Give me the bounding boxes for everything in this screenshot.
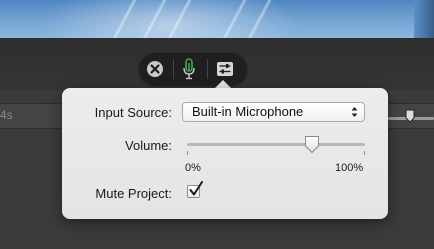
chevron-updown-icon <box>351 107 358 117</box>
volume-tick-min <box>187 151 188 155</box>
volume-max-label: 100% <box>335 162 364 174</box>
cancel-button[interactable] <box>144 58 166 80</box>
sliders-icon <box>217 62 233 76</box>
input-source-label: Input Source: <box>94 105 172 120</box>
volume-slider-track[interactable] <box>187 143 365 146</box>
input-source-value: Built-in Microphone <box>192 104 304 119</box>
voiceover-options-button[interactable] <box>214 58 236 80</box>
voiceover-options-popover: Input Source: Built-in Microphone Volume… <box>62 88 388 219</box>
volume-min-label: 0% <box>185 162 201 174</box>
volume-tick-max <box>364 151 365 155</box>
video-preview <box>0 0 434 38</box>
close-circle-icon <box>147 61 163 77</box>
input-source-select[interactable]: Built-in Microphone <box>182 102 365 122</box>
ruler-time-label: 4s <box>0 108 13 122</box>
volume-label: Volume: <box>125 138 172 153</box>
mute-project-label: Mute Project: <box>95 186 172 201</box>
checkmark-icon <box>189 181 203 196</box>
zoom-slider-thumb[interactable] <box>405 109 415 123</box>
microphone-icon <box>183 58 195 80</box>
volume-slider-thumb[interactable] <box>304 135 320 154</box>
record-voiceover-button[interactable] <box>178 58 200 80</box>
